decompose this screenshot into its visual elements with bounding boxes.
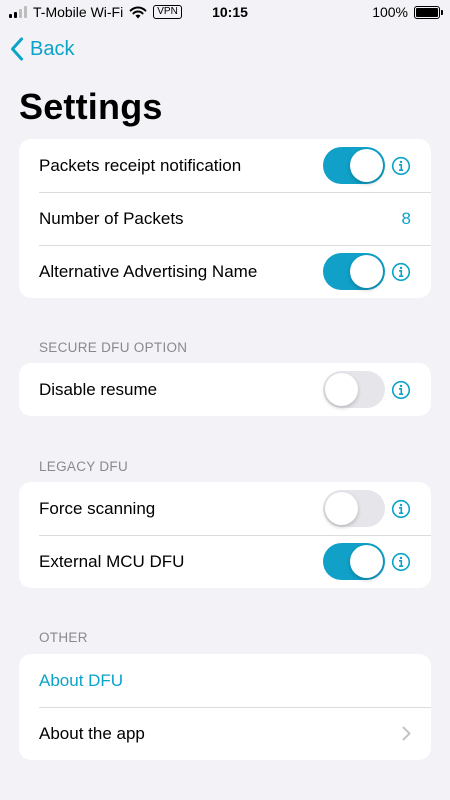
section-header-legacy-dfu: LEGACY DFU [39,459,129,474]
disable-resume-row: Disable resume [19,363,431,416]
back-button[interactable]: Back [10,36,74,62]
external-mcu-row: External MCU DFU [19,535,431,588]
number-of-packets-row[interactable]: Number of Packets 8 [19,192,431,245]
force-scanning-toggle[interactable] [323,490,385,527]
about-dfu-link[interactable]: About DFU [39,671,431,691]
battery-icon [414,5,443,19]
about-app-row[interactable]: About the app [19,707,431,760]
page-title: Settings [19,86,163,127]
secure-dfu-group: Disable resume [19,363,431,416]
about-dfu-row[interactable]: About DFU [19,654,431,707]
number-of-packets-value[interactable]: 8 [402,209,411,229]
info-icon[interactable] [391,552,411,572]
info-icon[interactable] [391,156,411,176]
general-settings-group: Packets receipt notification Number of P… [19,139,431,298]
info-icon[interactable] [391,499,411,519]
external-mcu-toggle[interactable] [323,543,385,580]
chevron-right-icon [402,726,411,741]
chevron-left-icon [11,37,23,61]
battery-percent: 100% [372,4,408,20]
packets-receipt-row: Packets receipt notification [19,139,431,192]
info-icon[interactable] [391,262,411,282]
info-icon[interactable] [391,380,411,400]
status-bar: T-Mobile Wi-Fi VPN 10:15 100% [0,0,450,26]
number-of-packets-label: Number of Packets [39,208,184,228]
legacy-dfu-group: Force scanning External MCU DFU [19,482,431,588]
section-header-secure-dfu: SECURE DFU OPTION [39,340,188,355]
section-header-other: OTHER [39,630,88,645]
alt-adv-name-toggle[interactable] [323,253,385,290]
other-group: About DFU About the app [19,654,431,760]
packets-receipt-toggle[interactable] [323,147,385,184]
disable-resume-toggle[interactable] [323,371,385,408]
alt-adv-name-row: Alternative Advertising Name [19,245,431,298]
about-app-label: About the app [39,723,145,743]
back-label: Back [30,37,75,60]
force-scanning-row: Force scanning [19,482,431,535]
status-right: 100% [372,4,443,20]
